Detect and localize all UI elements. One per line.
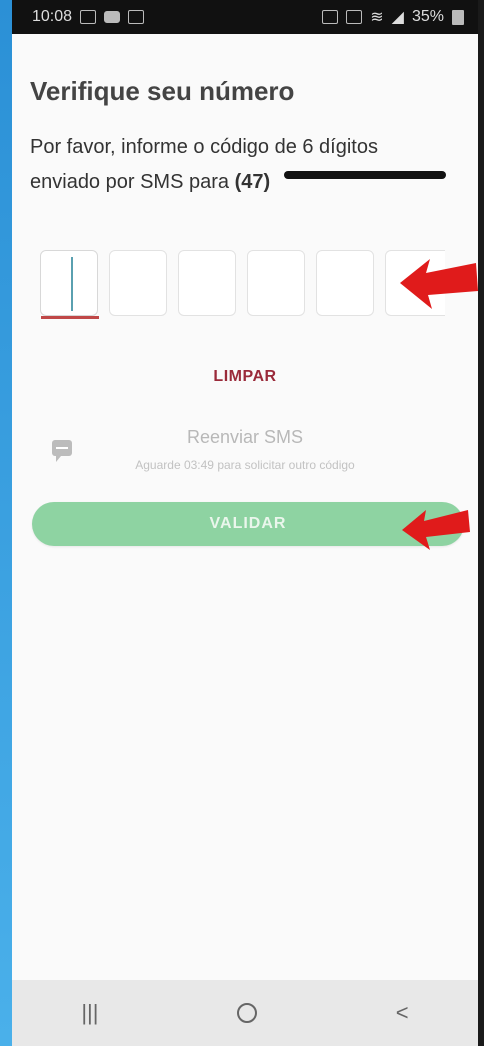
instructions-line2: enviado por SMS para xyxy=(30,171,230,193)
home-button[interactable] xyxy=(237,1003,258,1023)
redacted-phone-number xyxy=(283,170,446,179)
phone-screen: 10:08 ≋ ◢ 35% Verifique seu número Por f… xyxy=(12,0,478,1046)
back-button[interactable]: < xyxy=(396,1000,409,1026)
instructions-line1: Por favor, informe o código de 6 dígitos xyxy=(30,136,378,158)
status-time: 10:08 xyxy=(32,8,73,25)
code-digit-1[interactable] xyxy=(40,250,99,319)
battery-icon xyxy=(452,9,464,25)
gallery-icon xyxy=(128,10,145,24)
status-left: 10:08 xyxy=(32,8,145,26)
code-digit-2[interactable] xyxy=(109,250,167,316)
annotation-arrow-icon xyxy=(400,259,478,309)
validate-button[interactable]: VALIDAR xyxy=(32,502,464,546)
recent-apps-button[interactable]: ||| xyxy=(81,1000,98,1026)
annotation-arrow-icon xyxy=(402,510,470,550)
message-icon xyxy=(104,11,121,23)
phone-area-code: (47) xyxy=(234,171,271,193)
code-input-row xyxy=(40,250,445,319)
focus-underline xyxy=(41,316,99,319)
instructions-text: Por favor, informe o código de 6 dígitos… xyxy=(30,130,470,200)
page-title: Verifique seu número xyxy=(30,76,295,106)
status-bar: 10:08 ≋ ◢ 35% xyxy=(12,0,478,34)
wifi-icon: ≋ xyxy=(370,9,384,26)
status-right: ≋ ◢ 35% xyxy=(322,7,464,27)
background-frame xyxy=(0,0,12,1046)
screenshot-icon xyxy=(80,10,97,24)
background-frame-right xyxy=(478,0,484,1046)
code-digit-3[interactable] xyxy=(178,250,236,316)
code-digit-4[interactable] xyxy=(247,250,305,316)
navigation-bar: ||| < xyxy=(12,980,478,1046)
resend-wait-text: Aguarde 03:49 para solicitar outro códig… xyxy=(135,458,355,472)
vibrate-icon xyxy=(346,10,363,24)
code-digit-5[interactable] xyxy=(316,250,374,316)
clear-button[interactable]: LIMPAR xyxy=(12,368,478,386)
resend-sms-button[interactable]: Reenviar SMS xyxy=(12,427,478,448)
battery-level: 35% xyxy=(411,8,444,25)
nfc-icon xyxy=(322,10,339,24)
signal-icon: ◢ xyxy=(391,9,404,26)
text-cursor xyxy=(71,257,73,311)
